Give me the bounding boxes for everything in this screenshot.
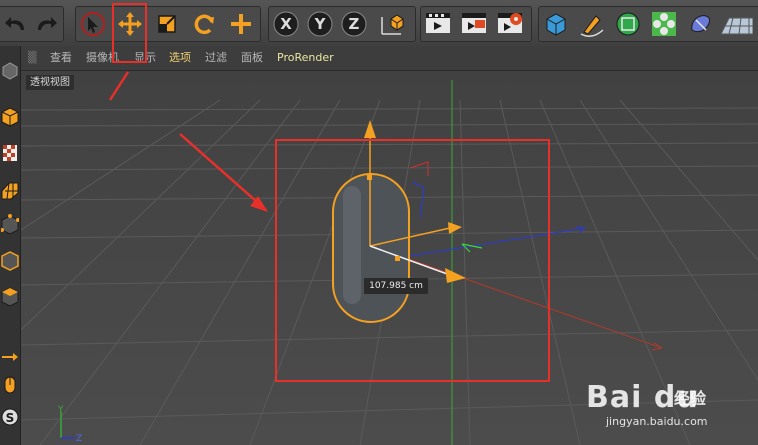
render-tools-group: [420, 6, 532, 42]
live-selection-icon[interactable]: [224, 7, 258, 41]
axis-indicator: Y Z: [57, 405, 82, 444]
svg-text:S: S: [6, 411, 15, 425]
baidu-jingyan-url: jingyan.baidu.com: [606, 415, 708, 428]
polygons-mode-icon[interactable]: [0, 282, 20, 312]
model-mode-icon[interactable]: [0, 102, 20, 132]
rotate-tool-icon[interactable]: [187, 7, 221, 41]
axis-lock-group: X Y Z: [268, 6, 416, 42]
main-toolbar: X Y Z: [0, 0, 758, 47]
annotation-arrow-move: [108, 71, 130, 101]
scale-tool-icon[interactable]: [150, 7, 184, 41]
move-tool-icon[interactable]: [113, 7, 147, 41]
menu-panel[interactable]: 面板: [241, 46, 263, 70]
menu-view[interactable]: 查看: [50, 46, 72, 70]
axis-x-lock-button[interactable]: X: [269, 7, 303, 41]
gizmo-z-arrow-icon[interactable]: [448, 222, 462, 234]
subdivision-surface-icon[interactable]: [611, 7, 645, 41]
texture-mode-icon[interactable]: [0, 138, 20, 168]
axis-y-label: Y: [314, 15, 327, 33]
workplane-mode-icon[interactable]: [0, 174, 20, 204]
viewport-menubar: ▒ 查看 摄像机 显示 选项 过滤 面板 ProRender: [0, 46, 758, 71]
object-tools-group: [538, 6, 758, 42]
select-tool-icon[interactable]: [76, 7, 110, 41]
cloner-icon[interactable]: [647, 7, 681, 41]
redo-icon[interactable]: [29, 7, 63, 41]
points-mode-icon[interactable]: [0, 210, 20, 240]
render-picture-viewer-icon[interactable]: [457, 7, 491, 41]
axis-indicator-y-label: Y: [57, 405, 64, 415]
render-settings-icon[interactable]: [493, 7, 527, 41]
transform-tools-group: [75, 6, 261, 42]
baidu-jingyan-label: 经验: [674, 389, 707, 408]
undo-redo-group: [0, 6, 64, 42]
coordinate-system-icon[interactable]: [375, 7, 409, 41]
gizmo-x-arrow-icon[interactable]: [445, 268, 466, 283]
menu-camera[interactable]: 摄像机: [86, 46, 119, 70]
menu-prorender[interactable]: ProRender: [277, 46, 334, 70]
axis-z-lock-button[interactable]: Z: [337, 7, 371, 41]
bounds-corner-top: [409, 161, 429, 176]
viewport-name-label: 透视视图: [26, 75, 74, 90]
axis-mode-icon[interactable]: [0, 342, 20, 372]
axis-indicator-z-label: Z: [76, 434, 82, 444]
menu-display[interactable]: 显示: [134, 46, 156, 70]
menu-filter[interactable]: 过滤: [205, 46, 227, 70]
render-view-icon[interactable]: [421, 7, 455, 41]
pen-spline-icon[interactable]: [575, 7, 609, 41]
tweak-mode-icon[interactable]: [0, 370, 20, 400]
snap-icon[interactable]: S: [0, 402, 20, 432]
axis-z-label: Z: [349, 15, 360, 33]
deformer-icon[interactable]: [683, 7, 717, 41]
menu-options[interactable]: 选项: [169, 46, 191, 70]
axis-x-label: X: [280, 15, 292, 33]
make-editable-icon[interactable]: [0, 56, 20, 86]
left-mode-toolbar: S: [0, 46, 21, 445]
edges-mode-icon[interactable]: [0, 246, 20, 276]
axis-y-lock-button[interactable]: Y: [303, 7, 337, 41]
floor-icon[interactable]: [719, 7, 753, 41]
distance-hud: 107.985 cm: [364, 278, 428, 294]
menubar-grip-icon: ▒: [28, 51, 37, 64]
world-x-axis: [371, 245, 663, 349]
cube-object-icon[interactable]: [539, 7, 573, 41]
gizmo-y-arrow-icon[interactable]: [364, 120, 376, 138]
